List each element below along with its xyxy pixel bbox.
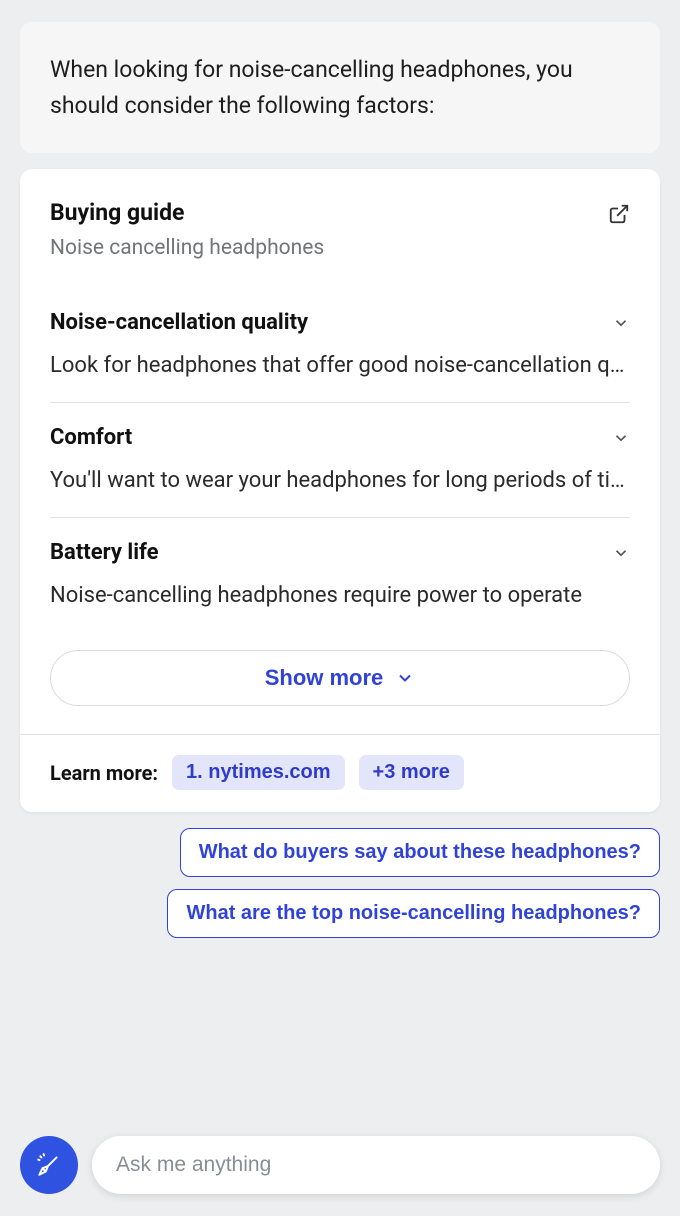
chevron-down-icon — [612, 429, 630, 447]
composer-input[interactable] — [116, 1153, 636, 1177]
suggestion-pill[interactable]: What are the top noise-cancelling headph… — [167, 889, 660, 938]
card-header: Buying guide Noise cancelling headphones — [20, 169, 660, 288]
section-body: Noise-cancelling headphones require powe… — [50, 583, 630, 608]
show-more-label: Show more — [265, 665, 384, 691]
section-toggle[interactable]: Battery life — [50, 540, 630, 565]
section-toggle[interactable]: Comfort — [50, 425, 630, 450]
show-more-button[interactable]: Show more — [50, 650, 630, 706]
card-title: Buying guide — [50, 199, 608, 226]
suggestion-list: What do buyers say about these headphone… — [0, 828, 680, 954]
section-body: You'll want to wear your headphones for … — [50, 468, 630, 493]
composer-row — [0, 1136, 680, 1210]
section-body: Look for headphones that offer good nois… — [50, 353, 630, 378]
learn-more-label: Learn more: — [50, 761, 158, 785]
external-link-icon[interactable] — [608, 203, 630, 225]
more-sources-chip[interactable]: +3 more — [359, 755, 464, 790]
guide-section: Battery life Noise-cancelling headphones… — [20, 517, 660, 632]
broom-icon — [36, 1152, 62, 1178]
composer[interactable] — [92, 1136, 660, 1194]
section-title: Battery life — [50, 540, 159, 565]
section-title: Comfort — [50, 425, 132, 450]
suggestion-pill[interactable]: What do buyers say about these headphone… — [180, 828, 660, 877]
buying-guide-card: Buying guide Noise cancelling headphones… — [20, 169, 660, 812]
chevron-down-icon — [395, 668, 415, 688]
new-topic-button[interactable] — [20, 1136, 78, 1194]
assistant-message: When looking for noise-cancelling headph… — [20, 22, 660, 153]
section-toggle[interactable]: Noise-cancellation quality — [50, 310, 630, 335]
guide-section: Comfort You'll want to wear your headpho… — [20, 402, 660, 517]
section-title: Noise-cancellation quality — [50, 310, 308, 335]
card-footer: Learn more: 1. nytimes.com +3 more — [20, 734, 660, 812]
guide-section: Noise-cancellation quality Look for head… — [20, 288, 660, 402]
chevron-down-icon — [612, 544, 630, 562]
card-subtitle: Noise cancelling headphones — [50, 236, 608, 260]
message-text: When looking for noise-cancelling headph… — [50, 56, 573, 119]
chevron-down-icon — [612, 314, 630, 332]
source-chip[interactable]: 1. nytimes.com — [172, 755, 345, 790]
card-title-block: Buying guide Noise cancelling headphones — [50, 199, 608, 288]
